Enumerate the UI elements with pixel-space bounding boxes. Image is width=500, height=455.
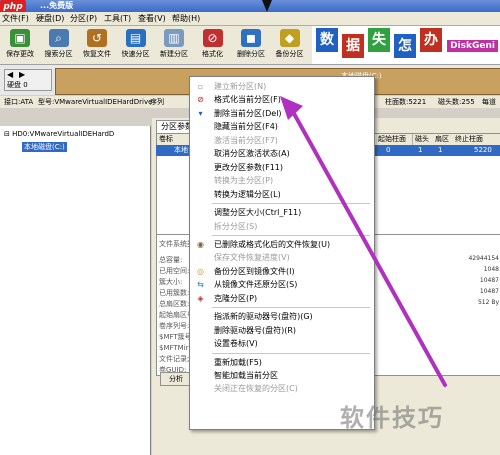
arrow-head (280, 96, 303, 120)
watermark: 软件技巧 (340, 404, 444, 432)
arrow-shaft (290, 108, 447, 387)
annotation-arrow (280, 96, 447, 387)
